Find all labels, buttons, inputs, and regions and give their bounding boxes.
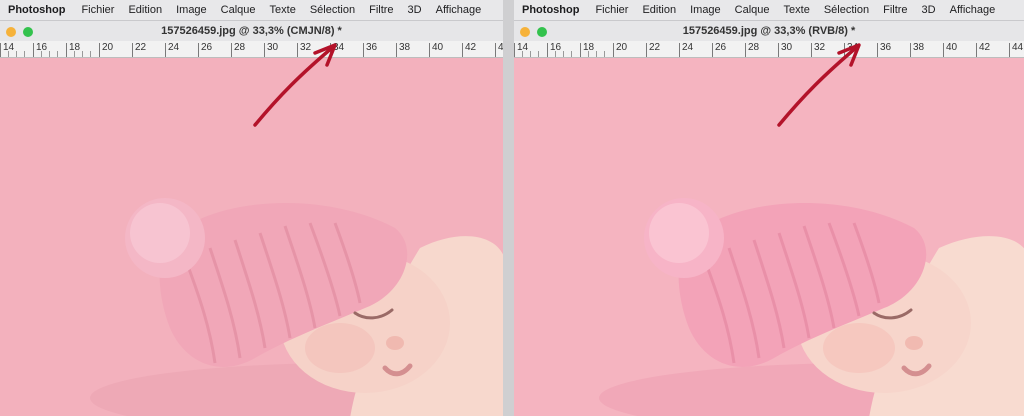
menu-3d[interactable]: 3D: [408, 4, 422, 16]
ruler-minor-tick: [41, 51, 42, 57]
ruler-minor-tick: [24, 51, 25, 57]
photoshop-window-rvb: Photoshop Fichier Edition Image Calque T…: [514, 0, 1024, 416]
menu-fichier[interactable]: Fichier: [81, 4, 114, 16]
baby-photo: [0, 58, 503, 416]
panel-divider: [503, 0, 514, 416]
menu-texte[interactable]: Texte: [270, 4, 296, 16]
menu-calque[interactable]: Calque: [221, 4, 256, 16]
document-title: 157526459.jpg @ 33,3% (CMJN/8) *: [161, 25, 342, 37]
menu-app-photoshop[interactable]: Photoshop: [8, 4, 65, 16]
menu-edition[interactable]: Edition: [128, 4, 162, 16]
window-zoom-icon[interactable]: [537, 27, 547, 37]
menu-texte[interactable]: Texte: [784, 4, 810, 16]
menu-image[interactable]: Image: [176, 4, 207, 16]
window-close-icon[interactable]: [520, 27, 530, 37]
window-controls: [6, 27, 33, 37]
menu-edition[interactable]: Edition: [642, 4, 676, 16]
horizontal-ruler: 14 16 18 20 22 24 26 28 30 32 34 36 38 4…: [0, 41, 503, 58]
menu-affichage[interactable]: Affichage: [950, 4, 996, 16]
menu-calque[interactable]: Calque: [735, 4, 770, 16]
ruler-minor-tick: [571, 51, 572, 57]
ruler-minor-tick: [522, 51, 523, 57]
menubar: Photoshop Fichier Edition Image Calque T…: [0, 0, 503, 21]
ruler-minor-tick: [604, 51, 605, 57]
ruler-minor-tick: [16, 51, 17, 57]
ruler-minor-tick: [596, 51, 597, 57]
menu-3d[interactable]: 3D: [922, 4, 936, 16]
window-zoom-icon[interactable]: [23, 27, 33, 37]
menu-filtre[interactable]: Filtre: [369, 4, 393, 16]
ruler-minor-tick: [530, 51, 531, 57]
menubar: Photoshop Fichier Edition Image Calque T…: [514, 0, 1024, 21]
ruler-minor-tick: [90, 51, 91, 57]
photoshop-window-cmjn: Photoshop Fichier Edition Image Calque T…: [0, 0, 503, 416]
menu-selection[interactable]: Sélection: [824, 4, 869, 16]
image-canvas[interactable]: [0, 58, 503, 416]
document-title: 157526459.jpg @ 33,3% (RVB/8) *: [682, 25, 856, 37]
ruler-minor-tick: [57, 51, 58, 57]
document-titlebar: 157526459.jpg @ 33,3% (CMJN/8) *: [0, 21, 503, 41]
ruler-minor-tick: [8, 51, 9, 57]
menu-app-photoshop[interactable]: Photoshop: [522, 4, 579, 16]
menu-image[interactable]: Image: [690, 4, 721, 16]
horizontal-ruler: 14 16 18 20 22 24 26 28 30 32 34 36 38 4…: [514, 41, 1024, 58]
ruler-minor-tick: [74, 51, 75, 57]
document-titlebar: 157526459.jpg @ 33,3% (RVB/8) *: [514, 21, 1024, 41]
window-close-icon[interactable]: [6, 27, 16, 37]
ruler-minor-tick: [555, 51, 556, 57]
menu-affichage[interactable]: Affichage: [436, 4, 482, 16]
ruler-minor-tick: [588, 51, 589, 57]
menu-filtre[interactable]: Filtre: [883, 4, 907, 16]
ruler-minor-tick: [82, 51, 83, 57]
ruler-minor-tick: [563, 51, 564, 57]
menu-fichier[interactable]: Fichier: [595, 4, 628, 16]
menu-selection[interactable]: Sélection: [310, 4, 355, 16]
image-canvas[interactable]: [514, 58, 1024, 416]
ruler-minor-tick: [538, 51, 539, 57]
baby-photo: [514, 58, 1024, 416]
comparison-screenshot: Photoshop Fichier Edition Image Calque T…: [0, 0, 1024, 416]
window-controls: [520, 27, 547, 37]
ruler-minor-tick: [49, 51, 50, 57]
